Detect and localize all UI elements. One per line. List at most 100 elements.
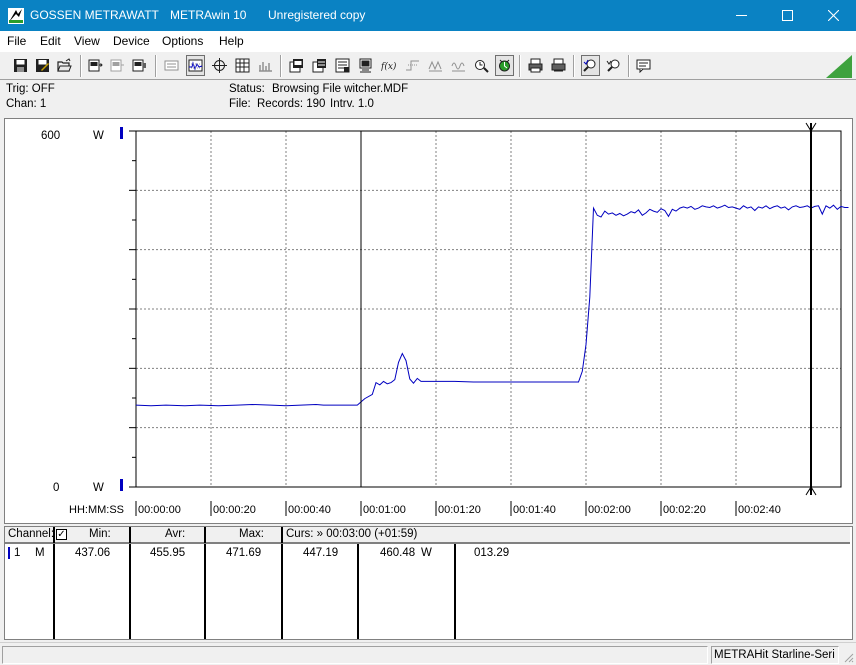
device-settings-icon: [359, 58, 372, 73]
row-cursor-1: 447.19: [303, 547, 339, 559]
statistics-button[interactable]: [333, 55, 352, 76]
menu-file[interactable]: File: [7, 34, 26, 48]
maximize-icon: [781, 10, 793, 21]
trigger-button[interactable]: [403, 55, 422, 76]
file-label: File:: [229, 98, 251, 110]
print-preview-button[interactable]: [549, 55, 568, 76]
menu-options[interactable]: Options: [162, 34, 203, 48]
chart-panel[interactable]: 600 W 0 W 00:00:00 00:00:20 00:00:40 00:01:…: [4, 118, 853, 524]
export-icon: [289, 59, 303, 73]
menu-help[interactable]: Help: [219, 34, 244, 48]
auto-scale-button[interactable]: [495, 55, 514, 76]
y-max-label: 600: [41, 130, 60, 142]
column-divider: [357, 543, 359, 639]
y-unit-top: W: [93, 130, 104, 142]
header-avr: Avr:: [165, 528, 186, 540]
x-tick-label: 00:01:20: [438, 504, 481, 516]
waveform-icon: [428, 60, 442, 72]
auto-scale-icon: [499, 59, 510, 72]
x-tick-label: 00:01:40: [513, 504, 556, 516]
comment-button[interactable]: [634, 55, 653, 76]
scope-view-button[interactable]: [186, 55, 205, 76]
table-view-icon: [235, 58, 250, 73]
row-min: 437.06: [75, 547, 111, 559]
device-info-button[interactable]: [130, 55, 149, 76]
header-max: Max:: [239, 528, 264, 540]
menu-edit[interactable]: Edit: [40, 34, 61, 48]
open-icon: [57, 58, 72, 72]
row-mode: M: [35, 547, 45, 559]
print-preview-icon: [551, 58, 566, 72]
x-tick-label: 00:02:20: [663, 504, 706, 516]
resize-grip-icon[interactable]: [842, 651, 854, 663]
x-tick-label: 00:00:00: [138, 504, 181, 516]
x-axis-label: HH:MM:SS: [69, 504, 124, 516]
status-indicator-icon: [826, 55, 852, 78]
line-chart[interactable]: 600 W 0 W 00:00:00 00:00:20 00:00:40 00:01:…: [5, 119, 852, 523]
list-view-button[interactable]: [162, 55, 181, 76]
math-function-icon: f(x): [381, 61, 396, 72]
title-bar: GOSSEN METRAWATT METRAwin 10 Unregistere…: [0, 0, 856, 31]
export-table-icon: [312, 59, 326, 73]
x-tick-label: 00:00:20: [213, 504, 256, 516]
row-cursor-2: 460.48: [380, 547, 416, 559]
data-panel: Channel: ✓ Min: Avr: Max: Curs: » 00:03:…: [4, 526, 853, 640]
x-tick-label: 00:01:00: [363, 504, 406, 516]
y-min-label: 0: [53, 482, 59, 494]
chart-grid: [136, 131, 841, 487]
zoom-button[interactable]: [581, 55, 600, 76]
window-license: Unregistered copy: [268, 8, 366, 22]
device-read-button[interactable]: [86, 55, 105, 76]
series-line: [135, 204, 849, 407]
channel-status: Chan: 1: [6, 98, 47, 110]
cursor-button[interactable]: [210, 55, 229, 76]
menu-device[interactable]: Device: [113, 34, 150, 48]
export-table-button[interactable]: [310, 55, 329, 76]
device-send-icon: [110, 59, 124, 72]
y-axis: [129, 130, 136, 488]
window-brand: GOSSEN METRAWATT: [30, 8, 159, 22]
minimize-button[interactable]: [718, 0, 764, 31]
window-app-name: METRAwin 10: [170, 8, 247, 22]
x-tick-label: 00:02:40: [738, 504, 781, 516]
device-send-button[interactable]: [108, 55, 127, 76]
record-count: Records: 190: [257, 98, 326, 110]
close-button[interactable]: [810, 0, 856, 31]
row-unit: W: [421, 547, 432, 559]
open-button[interactable]: [55, 55, 74, 76]
save-button[interactable]: [11, 55, 30, 76]
y-unit-bottom: W: [93, 482, 104, 494]
save-as-button[interactable]: [33, 55, 52, 76]
comment-icon: [636, 59, 651, 73]
channel-checkbox[interactable]: ✓: [56, 529, 67, 540]
record-icon: [475, 60, 489, 73]
x-tick-label: 00:02:00: [588, 504, 631, 516]
histogram-icon: [259, 62, 272, 72]
zoom-fit-button[interactable]: [604, 55, 623, 76]
print-button[interactable]: [526, 55, 545, 76]
math-function-button[interactable]: f(x): [379, 55, 398, 76]
maximize-button[interactable]: [764, 0, 810, 31]
device-settings-button[interactable]: [356, 55, 375, 76]
table-view-button[interactable]: [233, 55, 252, 76]
row-divider: [5, 543, 850, 544]
toolbar-separator: [155, 55, 157, 77]
toolbar-separator: [628, 55, 630, 77]
menu-view[interactable]: View: [74, 34, 100, 48]
trigger-status: Trig: OFF: [6, 83, 55, 95]
x-axis: 00:00:00 00:00:20 00:00:40 00:01:00 00:01:20…: [135, 501, 781, 516]
y-max-marker: [120, 127, 123, 139]
toolbar-separator: [280, 55, 282, 77]
save-as-icon: [36, 59, 49, 72]
y-min-marker: [120, 479, 123, 491]
scope-view-icon: [188, 59, 203, 72]
export-button[interactable]: [287, 55, 306, 76]
waveform-alt-button[interactable]: [449, 55, 468, 76]
status-bar: METRAHit Starline-Seri: [0, 642, 856, 665]
waveform-button[interactable]: [426, 55, 445, 76]
print-icon: [528, 58, 543, 73]
histogram-button[interactable]: [256, 55, 275, 76]
data-panel-header: [5, 527, 850, 543]
app-logo-icon: [8, 8, 24, 24]
record-button[interactable]: [472, 55, 491, 76]
